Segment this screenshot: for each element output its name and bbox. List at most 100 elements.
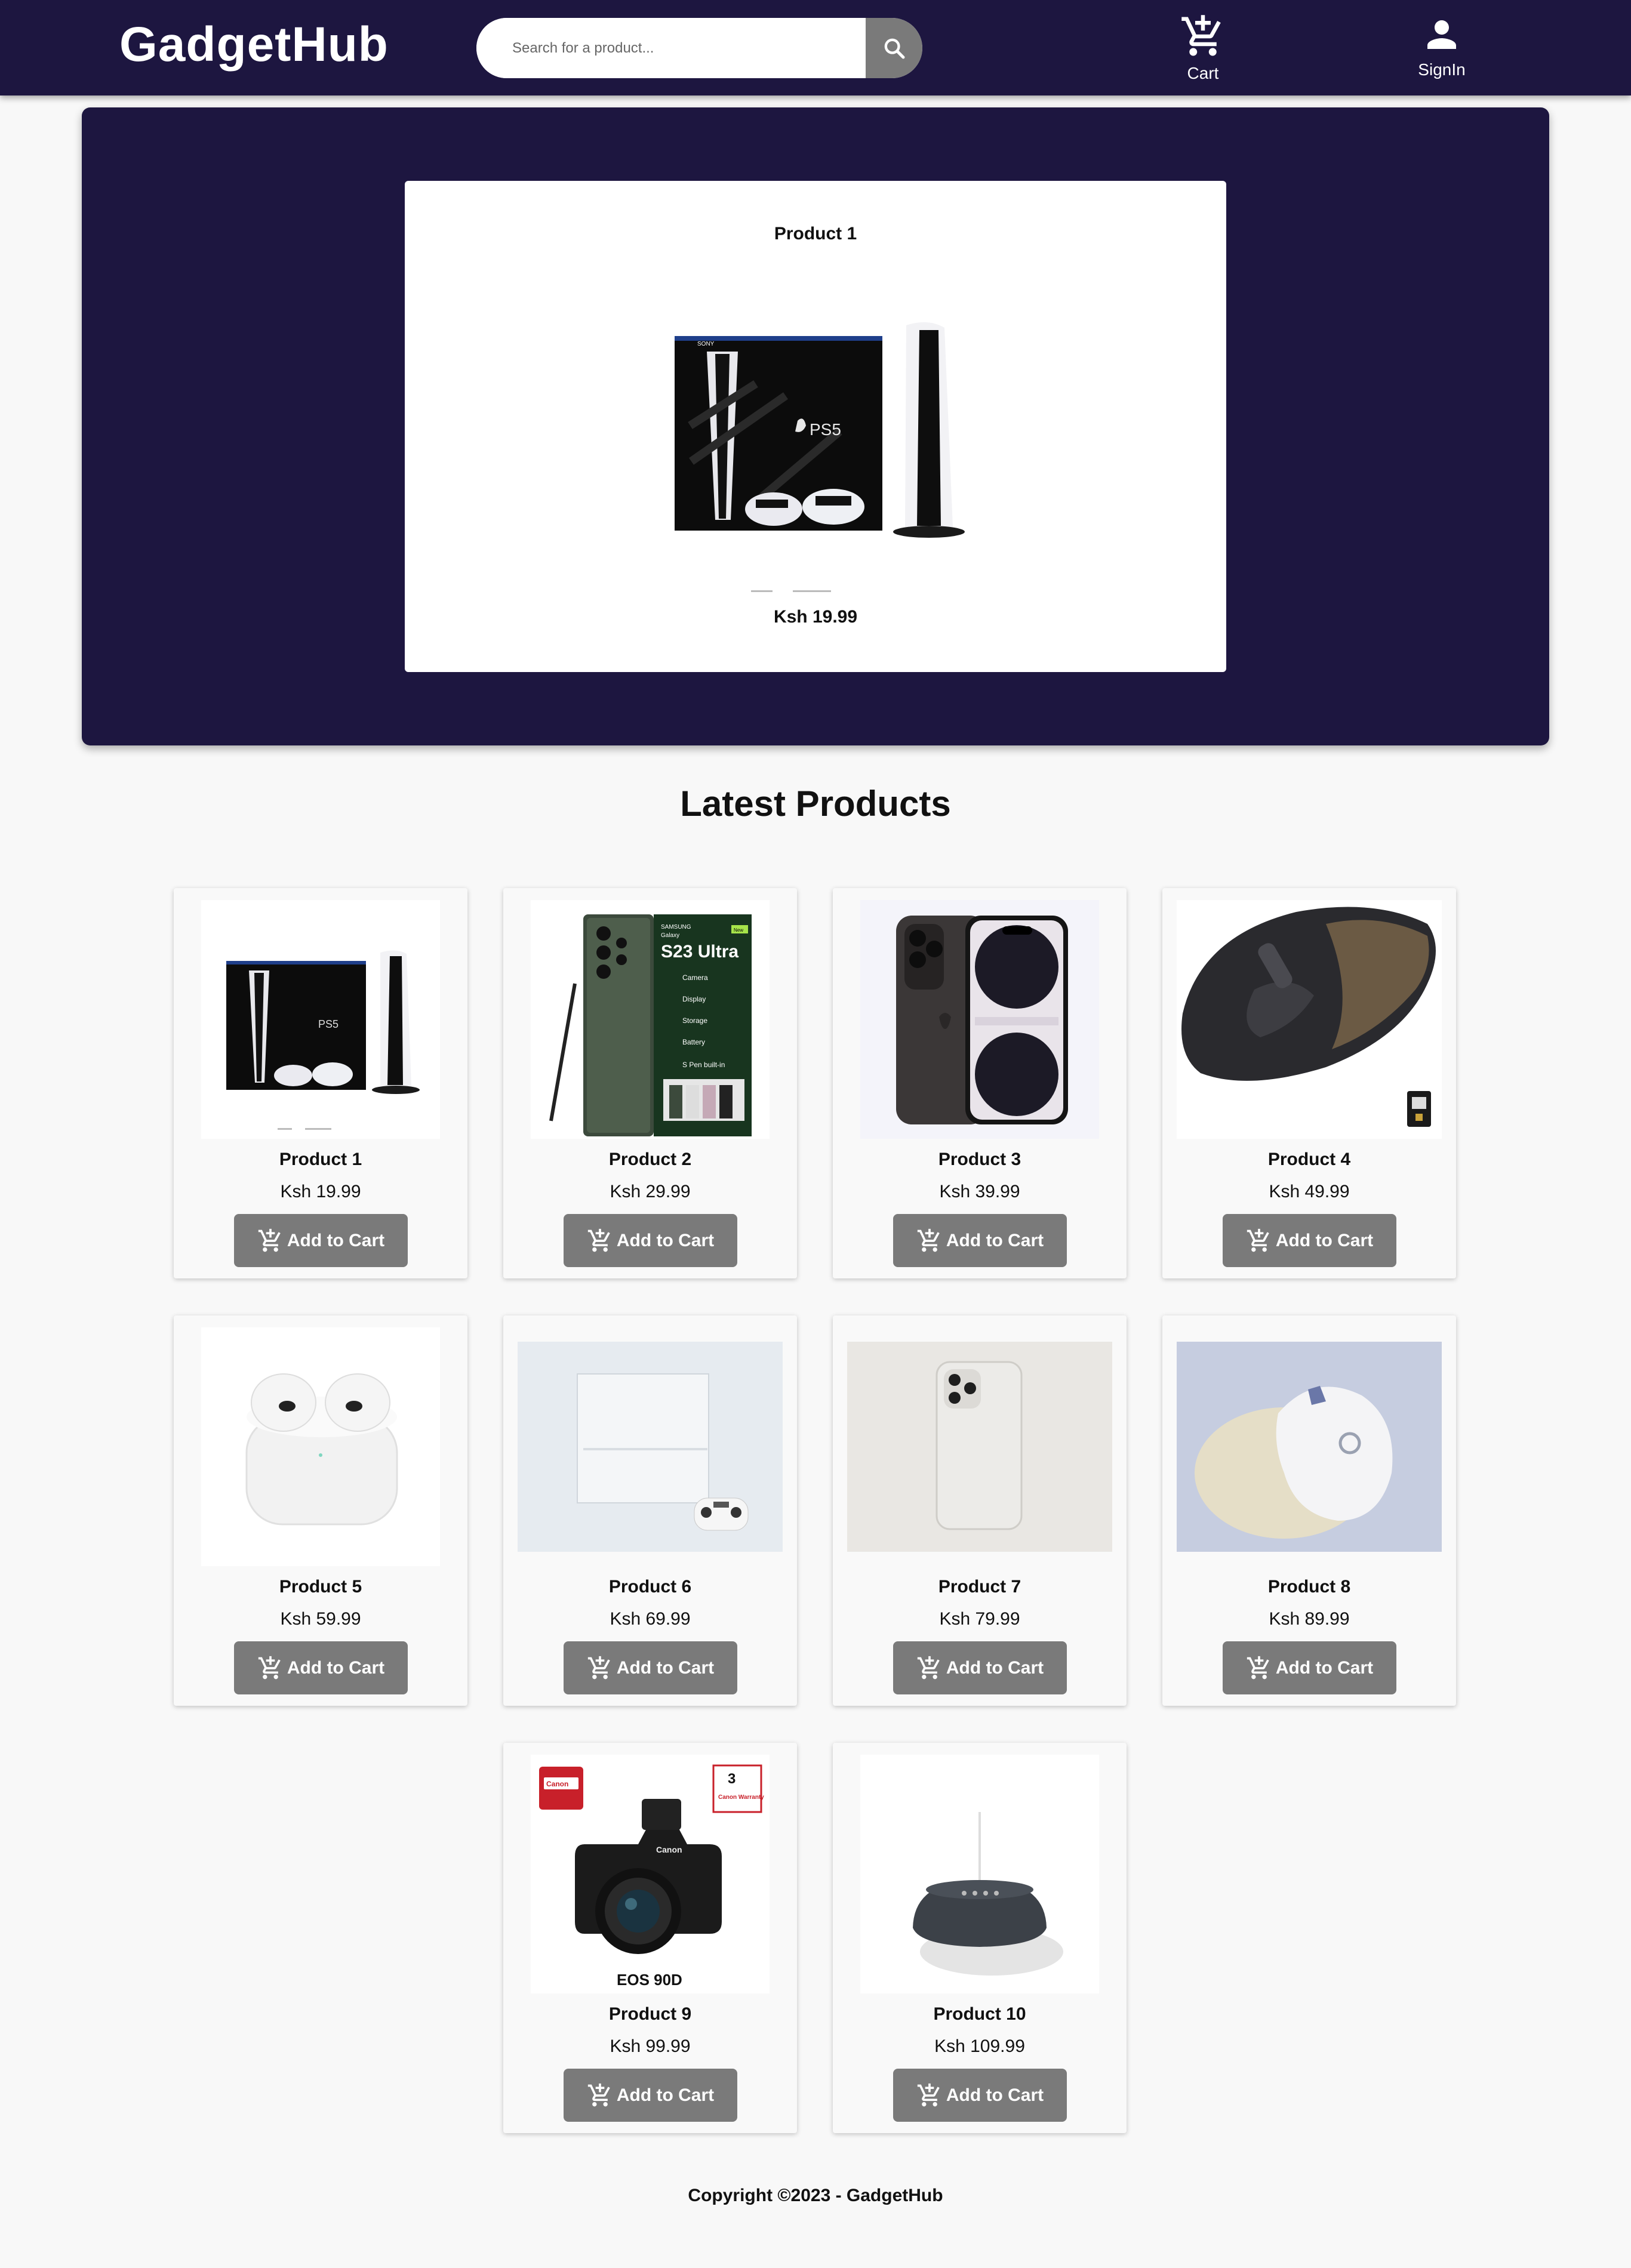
svg-text:EOS 90D: EOS 90D — [617, 1971, 682, 1989]
canon-eos-90d-image: Canon 3 Canon Warranty Canon EOS 90D — [531, 1755, 770, 1993]
svg-text:Canon: Canon — [656, 1845, 682, 1854]
add-shopping-cart-icon — [1247, 1228, 1269, 1252]
add-to-cart-button[interactable]: Add to Cart — [1223, 1641, 1396, 1694]
add-shopping-cart-icon — [917, 1656, 940, 1679]
add-to-cart-label: Add to Cart — [287, 1657, 385, 1678]
search-input[interactable] — [476, 18, 866, 78]
svg-text:S Pen built-in: S Pen built-in — [682, 1061, 725, 1069]
add-shopping-cart-icon — [587, 1656, 610, 1679]
add-to-cart-label: Add to Cart — [1275, 1230, 1374, 1250]
product-name: Product 7 — [938, 1577, 1021, 1597]
airpods-image — [201, 1327, 440, 1566]
latest-products-heading: Latest Products — [680, 784, 951, 824]
svg-text:Storage: Storage — [682, 1016, 707, 1025]
svg-text:PS5: PS5 — [810, 420, 841, 439]
google-nest-mini-image — [860, 1755, 1099, 1993]
product-name: Product 2 — [608, 1150, 692, 1169]
add-to-cart-label: Add to Cart — [946, 1657, 1044, 1678]
add-to-cart-button[interactable]: Add to Cart — [564, 1214, 737, 1267]
hero-product-price: Ksh 19.99 — [773, 607, 858, 627]
add-shopping-cart-icon — [258, 1228, 281, 1252]
add-to-cart-label: Add to Cart — [616, 1230, 715, 1250]
svg-text:Camera: Camera — [682, 973, 708, 982]
product-name: Product 3 — [938, 1150, 1021, 1169]
svg-text:3: 3 — [728, 1771, 736, 1787]
add-shopping-cart-icon — [587, 1228, 610, 1252]
svg-text:PS5: PS5 — [318, 1018, 338, 1030]
add-to-cart-button[interactable]: Add to Cart — [564, 2069, 737, 2122]
product-card[interactable]: Product 10 Ksh 109.99 Add to Cart — [833, 1743, 1127, 2133]
iphone-14-pro-image — [860, 900, 1099, 1139]
svg-text:Galaxy: Galaxy — [661, 932, 679, 939]
add-to-cart-button[interactable]: Add to Cart — [893, 1641, 1067, 1694]
product-price: Ksh 59.99 — [280, 1609, 361, 1629]
logitech-mx-master-mouse-image — [1177, 900, 1442, 1139]
add-shopping-cart-icon — [917, 2083, 940, 2106]
add-shopping-cart-icon — [258, 1656, 281, 1679]
product-card[interactable]: Product 5 Ksh 59.99 Add to Cart — [174, 1315, 467, 1706]
product-name: Product 6 — [608, 1577, 692, 1597]
svg-text:Display: Display — [682, 995, 706, 1003]
add-to-cart-label: Add to Cart — [946, 2085, 1044, 2105]
signin-label: SignIn — [1418, 60, 1466, 79]
person-icon — [1427, 20, 1456, 49]
product-card[interactable]: New SAMSUNG Galaxy S23 Ultra Camera Disp… — [503, 888, 797, 1278]
add-to-cart-button[interactable]: Add to Cart — [1223, 1214, 1396, 1267]
svg-text:Battery: Battery — [682, 1038, 705, 1046]
product-price: Ksh 49.99 — [1269, 1182, 1350, 1201]
add-shopping-cart-icon — [587, 2083, 610, 2106]
product-name: Product 4 — [1267, 1150, 1351, 1169]
svg-text:S23 Ultra: S23 Ultra — [661, 942, 738, 962]
ps4-console-image — [518, 1342, 783, 1552]
product-name: Product 5 — [279, 1577, 362, 1597]
add-to-cart-label: Add to Cart — [616, 1657, 715, 1678]
top-navbar: GadgetHub Cart SignIn — [0, 0, 1631, 95]
svg-text:New: New — [734, 927, 743, 933]
hero-carousel: Product 1 SONY PS5 Ksh 19.99 — [82, 107, 1549, 745]
add-to-cart-button[interactable]: Add to Cart — [234, 1214, 408, 1267]
product-price: Ksh 69.99 — [610, 1609, 691, 1629]
logitech-g-mouse-image — [1177, 1342, 1442, 1552]
search-icon — [884, 38, 904, 58]
site-logo[interactable]: GadgetHub — [119, 17, 389, 73]
svg-text:SONY: SONY — [697, 341, 715, 347]
add-to-cart-label: Add to Cart — [287, 1230, 385, 1250]
search-button[interactable] — [866, 18, 922, 78]
cart-label: Cart — [1187, 64, 1219, 82]
cart-button[interactable]: Cart — [1155, 13, 1251, 85]
product-card[interactable]: PS5 Product 1 Ksh 19.99 Add to Cart — [174, 888, 467, 1278]
product-card[interactable]: Product 8 Ksh 89.99 Add to Cart — [1162, 1315, 1456, 1706]
product-card[interactable]: Product 3 Ksh 39.99 Add to Cart — [833, 888, 1127, 1278]
add-shopping-cart-icon — [1247, 1656, 1269, 1679]
product-price: Ksh 89.99 — [1269, 1609, 1350, 1629]
product-price: Ksh 109.99 — [934, 2036, 1025, 2056]
add-to-cart-button[interactable]: Add to Cart — [234, 1641, 408, 1694]
product-price: Ksh 79.99 — [939, 1609, 1020, 1629]
product-card[interactable]: Canon 3 Canon Warranty Canon EOS 90D Pro… — [503, 1743, 797, 2133]
add-to-cart-label: Add to Cart — [1275, 1657, 1374, 1678]
product-price: Ksh 99.99 — [610, 2036, 691, 2056]
svg-text:Canon Warranty: Canon Warranty — [718, 1794, 764, 1801]
add-shopping-cart-icon — [1181, 15, 1221, 56]
product-price: Ksh 29.99 — [610, 1182, 691, 1201]
ps5-console-image: PS5 — [201, 900, 440, 1139]
add-to-cart-button[interactable]: Add to Cart — [564, 1641, 737, 1694]
add-to-cart-label: Add to Cart — [946, 1230, 1044, 1250]
product-card[interactable]: Product 6 Ksh 69.99 Add to Cart — [503, 1315, 797, 1706]
signin-button[interactable]: SignIn — [1394, 13, 1490, 85]
product-name: Product 9 — [608, 2004, 692, 2024]
product-name: Product 1 — [279, 1150, 362, 1169]
product-name: Product 8 — [1267, 1577, 1351, 1597]
product-card[interactable]: Product 4 Ksh 49.99 Add to Cart — [1162, 888, 1456, 1278]
product-price: Ksh 19.99 — [280, 1182, 361, 1201]
product-card[interactable]: Product 7 Ksh 79.99 Add to Cart — [833, 1315, 1127, 1706]
hero-product-card[interactable]: Product 1 SONY PS5 Ksh 19.99 — [405, 181, 1226, 672]
add-to-cart-button[interactable]: Add to Cart — [893, 1214, 1067, 1267]
svg-text:Canon: Canon — [546, 1780, 568, 1788]
search-bar — [476, 18, 922, 78]
product-price: Ksh 39.99 — [939, 1182, 1020, 1201]
add-to-cart-button[interactable]: Add to Cart — [893, 2069, 1067, 2122]
samsung-s23-ultra-image: New SAMSUNG Galaxy S23 Ultra Camera Disp… — [531, 900, 770, 1139]
footer-copyright: Copyright ©2023 - GadgetHub — [688, 2186, 943, 2205]
product-name: Product 10 — [933, 2004, 1026, 2024]
